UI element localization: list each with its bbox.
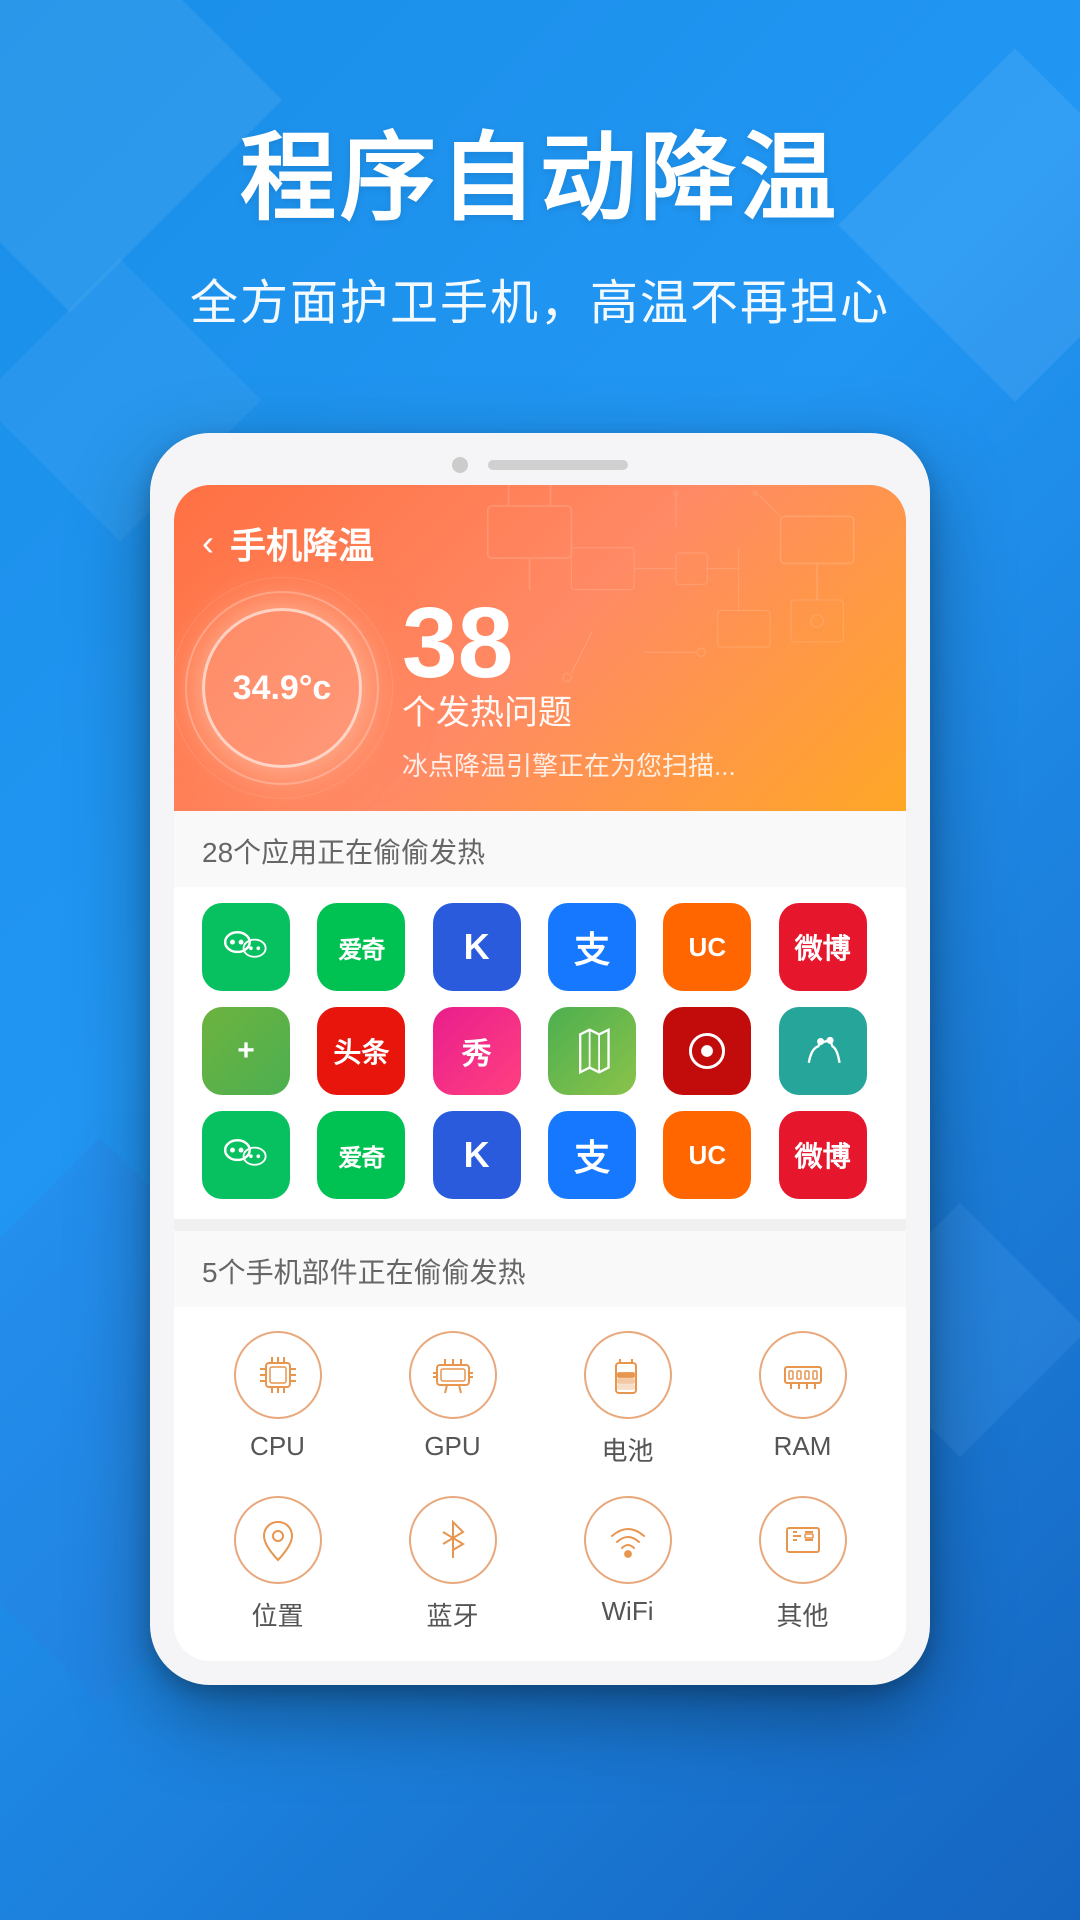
phone-speaker: [488, 460, 628, 470]
hardware-name-wifi: WiFi: [602, 1596, 654, 1627]
app-icon-toutiao[interactable]: 头条: [317, 1007, 405, 1095]
hero-subtitle: 全方面护卫手机，高温不再担心: [60, 263, 1020, 333]
hardware-icon-other: [759, 1496, 847, 1584]
app-icon-alipay-2[interactable]: 支: [548, 1111, 636, 1199]
hardware-icon-cpu: [234, 1331, 322, 1419]
hardware-name-location: 位置: [251, 1596, 303, 1633]
app-icon-uc[interactable]: UC: [663, 903, 751, 991]
hardware-item-location: 位置: [202, 1496, 353, 1633]
hardware-icon-gpu: [409, 1331, 497, 1419]
phone-mockup: ‹ 手机降温 34.9°c 38 个发热问题 冰点降温引擎正在为您扫描...: [150, 433, 930, 1685]
hardware-item-wifi: WiFi: [552, 1496, 703, 1633]
app-icon-kuwo[interactable]: K: [433, 903, 521, 991]
hardware-item-cpu: CPU: [202, 1331, 353, 1468]
app-icon-alipay[interactable]: 支: [548, 903, 636, 991]
temperature-value: 34.9°c: [233, 669, 332, 708]
app-header: ‹ 手机降温 34.9°c 38 个发热问题 冰点降温引擎正在为您扫描...: [174, 485, 906, 811]
hardware-item-ram: RAM: [727, 1331, 878, 1468]
hardware-grid-2: 位置 蓝牙: [174, 1488, 906, 1661]
hardware-section-label: 5个手机部件正在偷偷发热: [174, 1231, 906, 1307]
app-icon-iqiyi-2[interactable]: 爱奇: [317, 1111, 405, 1199]
app-icon-netease[interactable]: [663, 1007, 751, 1095]
apps-section-label: 28个应用正在偷偷发热: [174, 811, 906, 887]
phone-frame: ‹ 手机降温 34.9°c 38 个发热问题 冰点降温引擎正在为您扫描...: [150, 433, 930, 1685]
hardware-icon-battery: [584, 1331, 672, 1419]
hardware-item-gpu: GPU: [377, 1331, 528, 1468]
app-icon-kuwo-2[interactable]: K: [433, 1111, 521, 1199]
hardware-item-battery: 电池: [552, 1331, 703, 1468]
app-icon-camel[interactable]: [779, 1007, 867, 1095]
app-icon-wechat-2[interactable]: [202, 1111, 290, 1199]
hardware-icon-bluetooth: [409, 1496, 497, 1584]
hardware-name-other: 其他: [776, 1596, 828, 1633]
app-icon-uc-2[interactable]: UC: [663, 1111, 751, 1199]
phone-screen: ‹ 手机降温 34.9°c 38 个发热问题 冰点降温引擎正在为您扫描...: [174, 485, 906, 1661]
hardware-grid: CPU: [174, 1307, 906, 1488]
app-icon-wechat[interactable]: [202, 903, 290, 991]
phone-camera: [452, 457, 468, 473]
app-icon-meipai[interactable]: 秀: [433, 1007, 521, 1095]
app-icon-weibo-2[interactable]: 微博: [779, 1111, 867, 1199]
temperature-circle: 34.9°c: [202, 608, 362, 768]
hero-title: 程序自动降温: [60, 100, 1020, 239]
hardware-item-other: 其他: [727, 1496, 878, 1633]
hardware-name-cpu: CPU: [250, 1431, 305, 1462]
app-icon-youxi[interactable]: +: [202, 1007, 290, 1095]
scan-text: 冰点降温引擎正在为您扫描...: [402, 746, 878, 783]
hardware-icon-location: [234, 1496, 322, 1584]
hardware-name-ram: RAM: [774, 1431, 832, 1462]
hero-section: 程序自动降温 全方面护卫手机，高温不再担心: [0, 0, 1080, 393]
hardware-name-battery: 电池: [601, 1431, 653, 1468]
app-icon-weibo[interactable]: 微博: [779, 903, 867, 991]
hardware-icon-wifi: [584, 1496, 672, 1584]
section-divider: [174, 1219, 906, 1231]
apps-grid: 爱奇 K 支 UC 微博 +: [174, 887, 906, 1219]
app-icon-maps[interactable]: [548, 1007, 636, 1095]
phone-notch: [174, 457, 906, 473]
hardware-name-bluetooth: 蓝牙: [426, 1596, 478, 1633]
hardware-item-bluetooth: 蓝牙: [377, 1496, 528, 1633]
hardware-name-gpu: GPU: [424, 1431, 480, 1462]
app-icon-iqiyi[interactable]: 爱奇: [317, 903, 405, 991]
hardware-icon-ram: [759, 1331, 847, 1419]
